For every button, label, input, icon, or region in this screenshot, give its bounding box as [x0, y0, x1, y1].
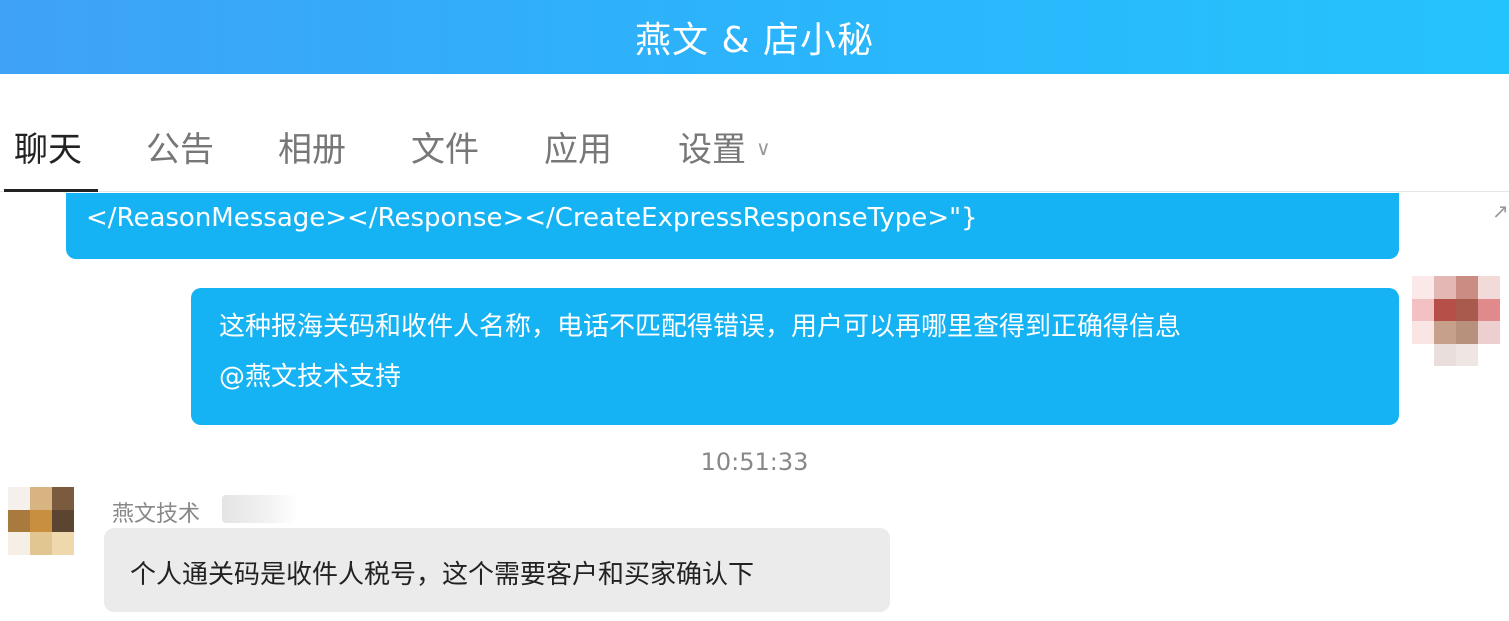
tab-settings-label: 设置	[678, 130, 746, 170]
tab-announcement[interactable]: 公告	[146, 122, 214, 171]
chat-area[interactable]: </ReasonMessage></Response></CreateExpre…	[0, 193, 1509, 621]
active-tab-indicator	[4, 189, 98, 192]
title-bar: 燕文 & 店小秘	[0, 0, 1509, 74]
tab-settings[interactable]: 设置 ∨	[678, 122, 771, 171]
message-bubble-truncated: </ReasonMessage></Response></CreateExpre…	[66, 193, 1399, 259]
message-bubble-received: 个人通关码是收件人税号，这个需要客户和买家确认下	[104, 528, 890, 612]
tab-apps[interactable]: 应用	[544, 122, 612, 171]
tab-bar: 聊天 公告 相册 文件 应用 设置 ∨	[0, 74, 1509, 192]
message-bubble-sent: 这种报海关码和收件人名称，电话不匹配得错误，用户可以再哪里查得到正确得信息 @燕…	[191, 288, 1399, 425]
scroll-arrow-icon[interactable]: ↗	[1492, 199, 1509, 223]
avatar[interactable]	[8, 487, 74, 555]
message-text: 这种报海关码和收件人名称，电话不匹配得错误，用户可以再哪里查得到正确得信息	[219, 312, 1182, 342]
chevron-down-icon: ∨	[756, 135, 771, 160]
sender-name: 燕文技术	[112, 502, 201, 527]
mention-text: @燕文技术支持	[219, 362, 402, 392]
redacted-name-blur	[222, 495, 298, 523]
avatar[interactable]	[1412, 276, 1500, 366]
message-timestamp: 10:51:33	[700, 448, 809, 476]
tab-album[interactable]: 相册	[278, 122, 346, 171]
tab-files[interactable]: 文件	[411, 122, 479, 171]
tab-chat[interactable]: 聊天	[14, 122, 82, 171]
window-title: 燕文 & 店小秘	[635, 20, 874, 61]
